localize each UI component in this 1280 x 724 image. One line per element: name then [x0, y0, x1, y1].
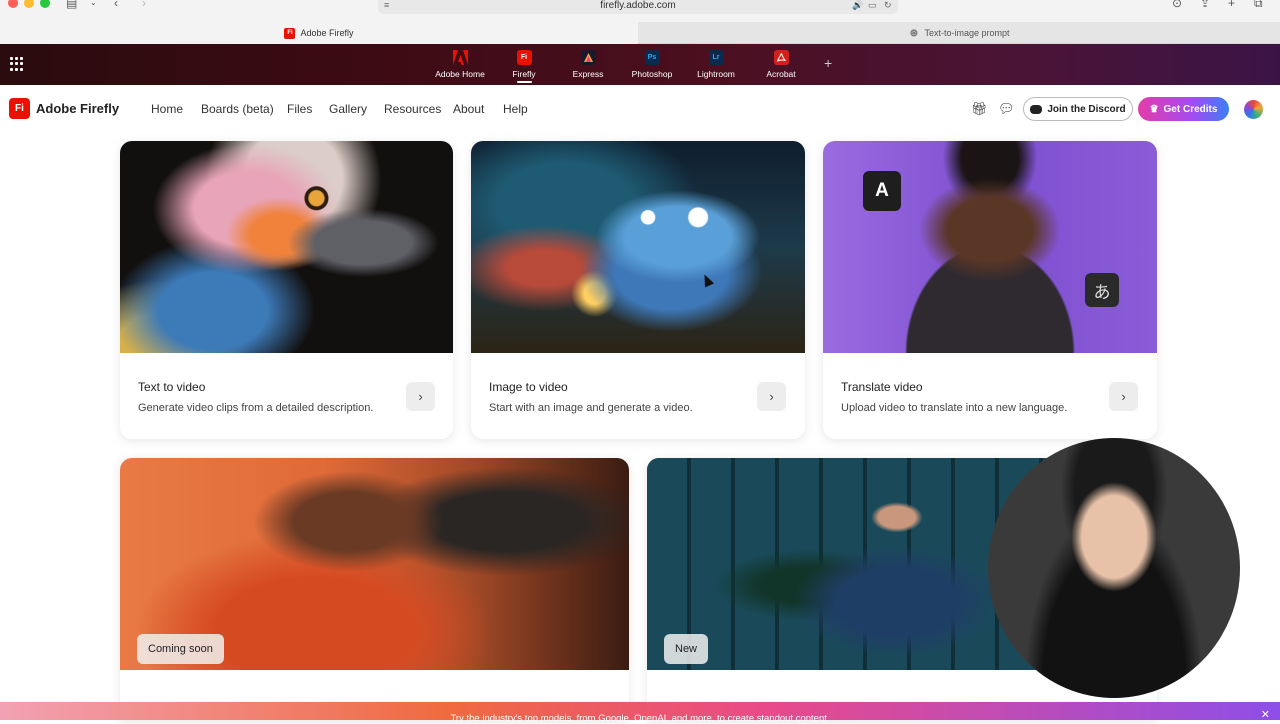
chevron-right-icon[interactable]: ›	[1109, 382, 1138, 411]
firefly-favicon-icon: Fi	[284, 27, 296, 39]
nav-gallery[interactable]: Gallery	[329, 102, 367, 116]
tab-adobe-firefly[interactable]: Fi Adobe Firefly	[0, 22, 638, 44]
crown-icon: ♛	[1149, 103, 1159, 115]
zoom-window-button[interactable]	[40, 0, 50, 8]
card-image-to-video[interactable]: Image to video Start with an image and g…	[471, 141, 805, 439]
monster-image	[471, 141, 805, 353]
downloads-icon[interactable]: ⊙	[1172, 0, 1182, 9]
express-logo-icon	[580, 50, 596, 65]
firefly-header: Fi Adobe Firefly Home Boards (beta) File…	[0, 85, 1280, 133]
card-description: Upload video to translate into a new lan…	[841, 402, 1068, 414]
app-acrobat[interactable]: Acrobat	[749, 50, 813, 79]
tab-label: Adobe Firefly	[300, 28, 354, 38]
app-label: Adobe Home	[435, 69, 485, 79]
active-app-indicator	[517, 81, 532, 83]
forward-button[interactable]: ›	[142, 0, 146, 9]
nav-about[interactable]: About	[453, 102, 484, 116]
close-window-button[interactable]	[8, 0, 18, 8]
discord-icon	[1030, 104, 1043, 114]
app-label: Firefly	[512, 69, 536, 79]
site-title[interactable]: Adobe Firefly	[36, 101, 119, 116]
nav-boards[interactable]: Boards (beta)	[201, 102, 274, 116]
app-lightroom[interactable]: Lr Lightroom	[684, 50, 748, 79]
tab-label: Text-to-image prompt	[924, 28, 1010, 38]
app-label: Lightroom	[697, 69, 735, 79]
nav-resources[interactable]: Resources	[384, 102, 441, 116]
audio-playing-icon[interactable]: 🔊	[852, 0, 863, 11]
chevron-right-icon[interactable]: ›	[406, 382, 435, 411]
nav-home[interactable]: Home	[151, 102, 183, 116]
card-title: Image to video	[489, 380, 568, 394]
chevron-right-icon[interactable]: ›	[757, 382, 786, 411]
reload-icon[interactable]: ↻	[884, 0, 892, 11]
minimize-window-button[interactable]	[24, 0, 34, 8]
picture-in-picture-icon[interactable]: ▭	[868, 0, 877, 11]
singer-image: Coming soon	[120, 458, 629, 670]
app-label: Photoshop	[631, 69, 673, 79]
status-badge: Coming soon	[137, 634, 224, 664]
nav-help[interactable]: Help	[503, 102, 528, 116]
credits-label: Get Credits	[1163, 103, 1218, 115]
app-label: Express	[572, 69, 604, 79]
add-app-icon[interactable]: +	[824, 55, 832, 71]
card-description: Generate video clips from a detailed des…	[138, 402, 374, 414]
portrait-image: A あ	[823, 141, 1157, 353]
share-icon[interactable]: ⇪	[1200, 0, 1210, 9]
discord-label: Join the Discord	[1047, 103, 1126, 115]
acrobat-logo-icon	[773, 50, 789, 65]
openai-favicon-icon: ⊛	[909, 27, 919, 39]
app-label: Acrobat	[766, 69, 796, 79]
app-photoshop[interactable]: Ps Photoshop	[620, 50, 684, 79]
photoshop-logo-icon: Ps	[644, 50, 660, 65]
parrot-image	[120, 141, 453, 353]
browser-toolbar: ▤ ⌄ ‹ › ≡ firefly.adobe.com 🔊 ▭ ↻ ⊙ ⇪ + …	[0, 0, 1280, 22]
card-title: Translate video	[841, 380, 923, 394]
lightroom-logo-icon: Lr	[708, 50, 724, 65]
nav-files[interactable]: Files	[287, 102, 312, 116]
app-firefly[interactable]: Fi Firefly	[492, 50, 556, 79]
tab-overview-icon[interactable]: ⧉	[1254, 0, 1263, 9]
get-credits-button[interactable]: ♛ Get Credits	[1138, 97, 1229, 121]
chevron-down-icon[interactable]: ⌄	[90, 0, 97, 9]
app-express[interactable]: Express	[556, 50, 620, 79]
gift-icon[interactable]: 🎁︎	[971, 101, 988, 117]
avatar[interactable]	[1244, 100, 1263, 119]
app-switcher-bar: Adobe Home Fi Firefly Express Ps Photosh…	[0, 44, 1280, 85]
promo-banner: Try the industry's top models, from Goog…	[0, 702, 1280, 724]
feedback-icon[interactable]: 💬︎	[998, 101, 1015, 117]
app-adobe-home[interactable]: Adobe Home	[428, 50, 492, 79]
speech-bubble-a: A	[863, 171, 901, 211]
card-description: Start with an image and generate a video…	[489, 402, 693, 414]
url-text: firefly.adobe.com	[600, 0, 676, 11]
banner-text: Try the industry's top models, from Goog…	[450, 713, 830, 724]
sidebar-toggle-icon[interactable]: ▤	[66, 0, 77, 9]
card-translate-video[interactable]: A あ Translate video Upload video to tran…	[823, 141, 1157, 439]
card-text-to-video[interactable]: Text to video Generate video clips from …	[120, 141, 453, 439]
close-icon[interactable]: ✕	[1261, 708, 1270, 721]
tab-text-to-image-prompt[interactable]: ⊛ Text-to-image prompt	[638, 22, 1280, 44]
card-title: Text to video	[138, 380, 206, 394]
tab-bar: Fi Adobe Firefly ⊛ Text-to-image prompt	[0, 22, 1280, 44]
apps-grid-icon[interactable]	[10, 57, 24, 71]
join-discord-button[interactable]: Join the Discord	[1023, 97, 1133, 121]
firefly-logo-icon: Fi	[516, 50, 532, 65]
back-button[interactable]: ‹	[114, 0, 118, 9]
card-coming-soon[interactable]: Coming soon	[120, 458, 629, 720]
webcam-overlay	[988, 438, 1240, 698]
new-tab-icon[interactable]: +	[1228, 0, 1235, 9]
speech-bubble-japanese: あ	[1085, 273, 1119, 307]
adobe-logo-icon	[452, 50, 468, 65]
address-bar[interactable]: ≡ firefly.adobe.com 🔊 ▭ ↻	[378, 0, 898, 14]
status-badge: New	[664, 634, 709, 664]
firefly-logo-icon[interactable]: Fi	[9, 98, 30, 119]
